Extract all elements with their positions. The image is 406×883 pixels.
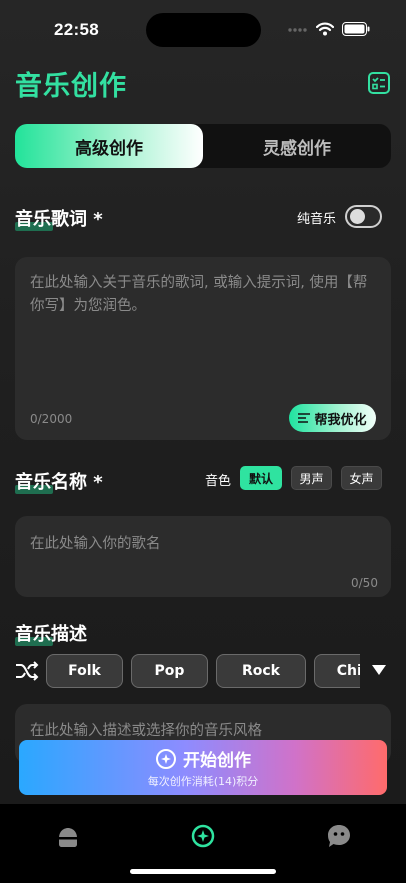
tone-male-chip[interactable]: 男声	[291, 466, 332, 490]
cellular-icon	[288, 28, 307, 32]
sparkle-icon	[156, 748, 176, 769]
dynamic-island	[146, 13, 261, 47]
checklist-icon[interactable]	[368, 72, 390, 94]
lyrics-placeholder: 在此处输入关于音乐的歌词, 或输入提示词, 使用【帮你写】为您润色。	[30, 275, 368, 314]
shuffle-icon[interactable]	[15, 661, 39, 681]
status-icons	[288, 22, 370, 36]
status-time: 22:58	[54, 20, 99, 39]
tab-inspiration[interactable]: 灵感创作	[203, 124, 391, 168]
page-title: 音乐创作	[15, 71, 127, 102]
create-cost-label: 每次创作消耗(14)积分	[147, 775, 259, 788]
instrumental-label: 纯音乐	[297, 212, 337, 227]
tab-advanced[interactable]: 高级创作	[15, 124, 203, 168]
optimize-button[interactable]: 帮我优化	[289, 404, 376, 432]
song-name-title-text: 音乐名称 *	[15, 472, 103, 493]
home-indicator	[130, 869, 276, 874]
tone-female-chip[interactable]: 女声	[341, 466, 382, 490]
format-icon	[298, 413, 311, 423]
song-name-section-title: 音乐名称 *	[15, 468, 103, 494]
optimize-label: 帮我优化	[314, 412, 367, 428]
style-tag[interactable]: Rock	[216, 654, 306, 688]
song-name-counter: 0/50	[351, 576, 378, 590]
start-create-button[interactable]: 开始创作 每次创作消耗(14)积分	[19, 740, 387, 795]
song-name-placeholder: 在此处输入你的歌名	[30, 536, 161, 552]
toggle-knob	[350, 209, 365, 224]
style-tag[interactable]: Folk	[46, 654, 123, 688]
battery-icon	[342, 22, 370, 36]
style-tag[interactable]: Chine	[314, 654, 360, 688]
chat-icon[interactable]	[326, 823, 352, 849]
lyrics-counter: 0/2000	[30, 412, 73, 426]
tone-label: 音色	[205, 474, 232, 489]
lyrics-section-title: 音乐歌词 *	[15, 205, 103, 231]
style-tag[interactable]: Pop	[131, 654, 208, 688]
lyrics-title-text: 音乐歌词 *	[15, 209, 103, 230]
tone-default-chip[interactable]: 默认	[240, 466, 282, 490]
description-title-text: 音乐描述	[15, 624, 87, 645]
style-tag-row: Folk Pop Rock Chine	[46, 654, 360, 688]
instrumental-toggle[interactable]	[345, 205, 382, 228]
create-label: 开始创作	[183, 751, 251, 771]
home-icon[interactable]	[56, 825, 80, 849]
wifi-icon	[316, 22, 334, 36]
description-placeholder: 在此处输入描述或选择你的音乐风格	[30, 723, 262, 739]
expand-down-icon[interactable]	[371, 664, 387, 676]
create-icon[interactable]	[190, 823, 216, 849]
song-name-input[interactable]	[15, 516, 391, 597]
description-section-title: 音乐描述	[15, 620, 87, 646]
